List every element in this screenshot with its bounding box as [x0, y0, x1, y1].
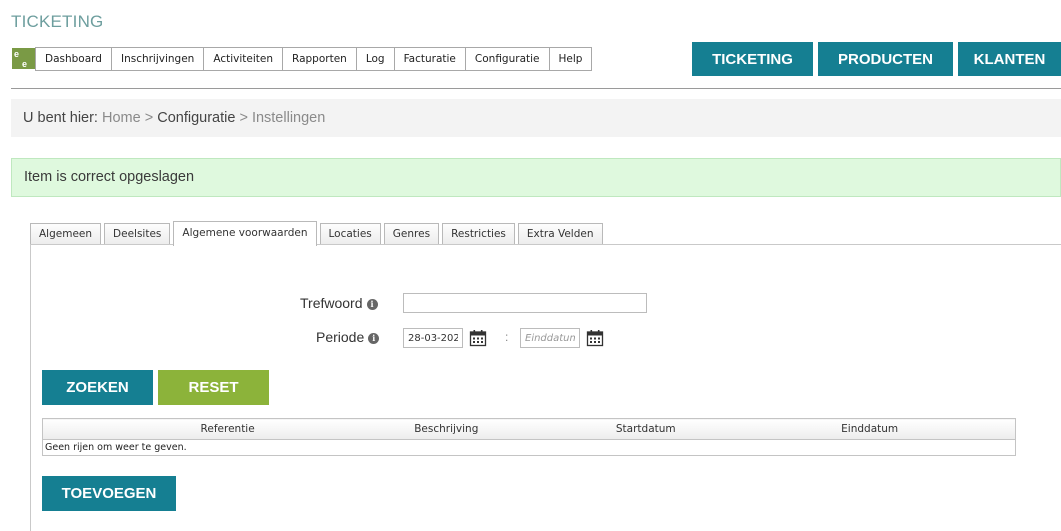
module-producten-button[interactable]: PRODUCTEN	[818, 42, 953, 76]
column-header-referentie[interactable]: Referentie	[42, 418, 413, 440]
startdatum-input[interactable]	[403, 328, 463, 348]
info-icon[interactable]: i	[366, 299, 378, 310]
table-row: Geen rijen om weer te geven.	[43, 440, 1016, 456]
calendar-icon[interactable]	[586, 329, 604, 347]
column-header-startdatum[interactable]: Startdatum	[480, 418, 812, 440]
tab-deelsites[interactable]: Deelsites	[104, 223, 171, 245]
breadcrumb-separator: >	[239, 110, 248, 126]
nav-item-dashboard[interactable]: Dashboard	[36, 48, 112, 70]
module-ticketing-button[interactable]: TICKETING	[692, 42, 813, 76]
calendar-icon[interactable]	[469, 329, 487, 347]
app-title: TICKETING	[11, 12, 104, 31]
einddatum-input[interactable]	[520, 328, 580, 348]
nav-item-activiteiten[interactable]: Activiteiten	[204, 48, 284, 70]
breadcrumb-home-link[interactable]: Home	[102, 110, 141, 126]
trefwoord-label: Trefwoord i	[300, 295, 378, 311]
info-icon[interactable]: i	[368, 333, 380, 344]
grid-header-row: Referentie Beschrijving Startdatum Eindd…	[42, 418, 1016, 440]
top-navigation: Dashboard Inschrijvingen Activiteiten Ra…	[35, 47, 593, 71]
breadcrumb: U bent hier: Home > Configuratie > Inste…	[11, 99, 1061, 137]
tab-locaties[interactable]: Locaties	[319, 223, 381, 245]
column-header-beschrijving[interactable]: Beschrijving	[412, 418, 481, 440]
results-grid: Referentie Beschrijving Startdatum Eindd…	[42, 418, 1016, 456]
grid-empty-message: Geen rijen om weer te geven.	[45, 442, 187, 453]
nav-item-inschrijvingen[interactable]: Inschrijvingen	[112, 48, 205, 70]
breadcrumb-separator: >	[144, 110, 154, 126]
periode-label: Periode i	[316, 329, 380, 345]
nav-item-facturatie[interactable]: Facturatie	[395, 48, 466, 70]
breadcrumb-current: Instellingen	[251, 110, 326, 126]
trefwoord-label-text: Trefwoord	[300, 295, 363, 311]
tab-restricties[interactable]: Restricties	[442, 223, 515, 245]
nav-item-rapporten[interactable]: Rapporten	[283, 48, 357, 70]
logo-mark-bottom: e	[22, 59, 28, 69]
breadcrumb-configuratie-link[interactable]: Configuratie	[157, 110, 235, 126]
breadcrumb-prefix: U bent hier:	[23, 110, 98, 126]
settings-tabs: Algemeen Deelsites Algemene voorwaarden …	[30, 221, 606, 246]
logo: e e	[12, 48, 35, 69]
nav-item-help[interactable]: Help	[550, 48, 592, 70]
column-header-einddatum[interactable]: Einddatum	[811, 418, 1016, 440]
tab-genres[interactable]: Genres	[383, 223, 440, 245]
logo-mark-top: e	[14, 49, 20, 59]
tab-extra-velden[interactable]: Extra Velden	[517, 223, 603, 245]
tab-algemene-voorwaarden[interactable]: Algemene voorwaarden	[173, 221, 317, 246]
module-klanten-button[interactable]: KLANTEN	[958, 42, 1061, 76]
nav-item-log[interactable]: Log	[357, 48, 395, 70]
toevoegen-button[interactable]: TOEVOEGEN	[42, 476, 176, 511]
nav-item-configuratie[interactable]: Configuratie	[466, 48, 550, 70]
success-alert: Item is correct opgeslagen	[11, 158, 1061, 197]
trefwoord-input[interactable]	[403, 293, 647, 313]
tab-algemeen[interactable]: Algemeen	[30, 223, 102, 245]
periode-label-text: Periode	[316, 329, 365, 345]
periode-range-separator: :	[505, 330, 509, 344]
header-divider	[11, 88, 1061, 89]
zoeken-button[interactable]: ZOEKEN	[42, 370, 153, 405]
reset-button[interactable]: RESET	[158, 370, 269, 405]
